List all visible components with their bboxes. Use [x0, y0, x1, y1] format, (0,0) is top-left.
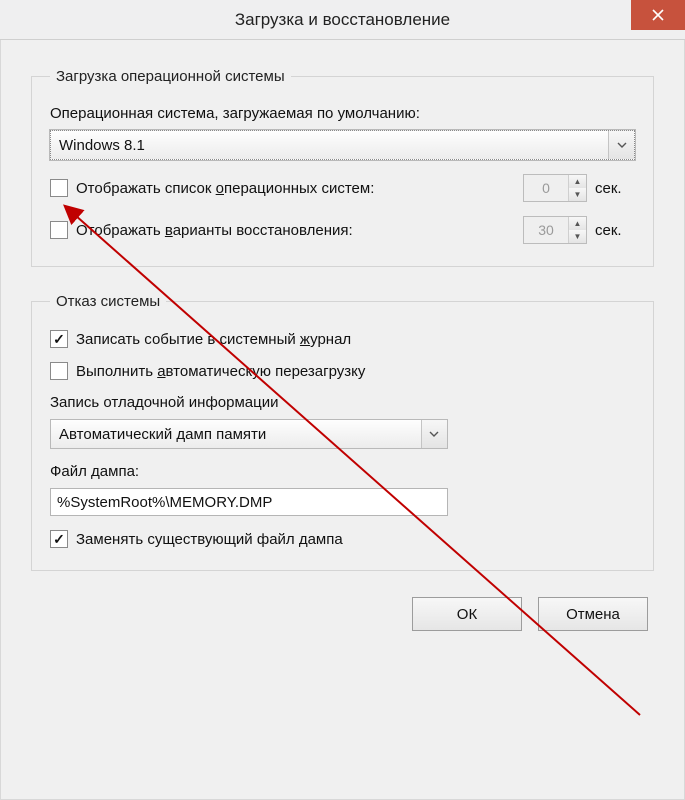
dialog-body: Загрузка операционной системы Операционн…	[0, 40, 685, 800]
window-title: Загрузка и восстановление	[235, 10, 450, 30]
debug-info-value: Автоматический дамп памяти	[59, 426, 266, 443]
cancel-button[interactable]: Отмена	[538, 597, 648, 631]
close-icon	[652, 9, 664, 21]
debug-info-label: Запись отладочной информации	[50, 394, 635, 411]
ok-button[interactable]: ОК	[412, 597, 522, 631]
startup-legend: Загрузка операционной системы	[50, 68, 291, 85]
debug-info-combo[interactable]: Автоматический дамп памяти	[50, 419, 448, 449]
startup-group: Загрузка операционной системы Операционн…	[31, 68, 654, 267]
auto-restart-label: Выполнить автоматическую перезагрузку	[76, 363, 635, 380]
os-list-timeout-spinner[interactable]: 0 ▲▼	[523, 174, 587, 202]
overwrite-dump-label: Заменять существующий файл дампа	[76, 531, 635, 548]
default-os-label: Операционная система, загружаемая по умо…	[50, 105, 635, 122]
show-recovery-checkbox[interactable]	[50, 221, 68, 239]
failure-legend: Отказ системы	[50, 293, 166, 310]
recovery-timeout-value: 30	[524, 217, 568, 243]
chevron-down-icon	[608, 131, 634, 159]
dump-file-input[interactable]: %SystemRoot%\MEMORY.DMP	[50, 488, 448, 516]
show-os-list-label: Отображать список операционных систем:	[76, 180, 515, 197]
default-os-value: Windows 8.1	[59, 137, 145, 154]
chevron-down-icon	[421, 420, 447, 448]
chevron-up-icon: ▲	[569, 217, 586, 230]
button-bar: ОК Отмена	[31, 597, 654, 631]
log-event-label: Записать событие в системный журнал	[76, 331, 635, 348]
chevron-up-icon: ▲	[569, 175, 586, 188]
show-recovery-label: Отображать варианты восстановления:	[76, 222, 515, 239]
auto-restart-checkbox[interactable]	[50, 362, 68, 380]
overwrite-dump-checkbox[interactable]	[50, 530, 68, 548]
default-os-combo[interactable]: Windows 8.1	[50, 130, 635, 160]
close-button[interactable]	[631, 0, 685, 30]
show-os-list-checkbox[interactable]	[50, 179, 68, 197]
chevron-down-icon: ▼	[569, 188, 586, 201]
sec-suffix: сек.	[595, 222, 635, 239]
titlebar: Загрузка и восстановление	[0, 0, 685, 40]
log-event-checkbox[interactable]	[50, 330, 68, 348]
failure-group: Отказ системы Записать событие в системн…	[31, 293, 654, 571]
sec-suffix: сек.	[595, 180, 635, 197]
dump-file-value: %SystemRoot%\MEMORY.DMP	[57, 494, 272, 511]
dump-file-label: Файл дампа:	[50, 463, 635, 480]
recovery-timeout-spinner[interactable]: 30 ▲▼	[523, 216, 587, 244]
chevron-down-icon: ▼	[569, 230, 586, 243]
os-list-timeout-value: 0	[524, 175, 568, 201]
